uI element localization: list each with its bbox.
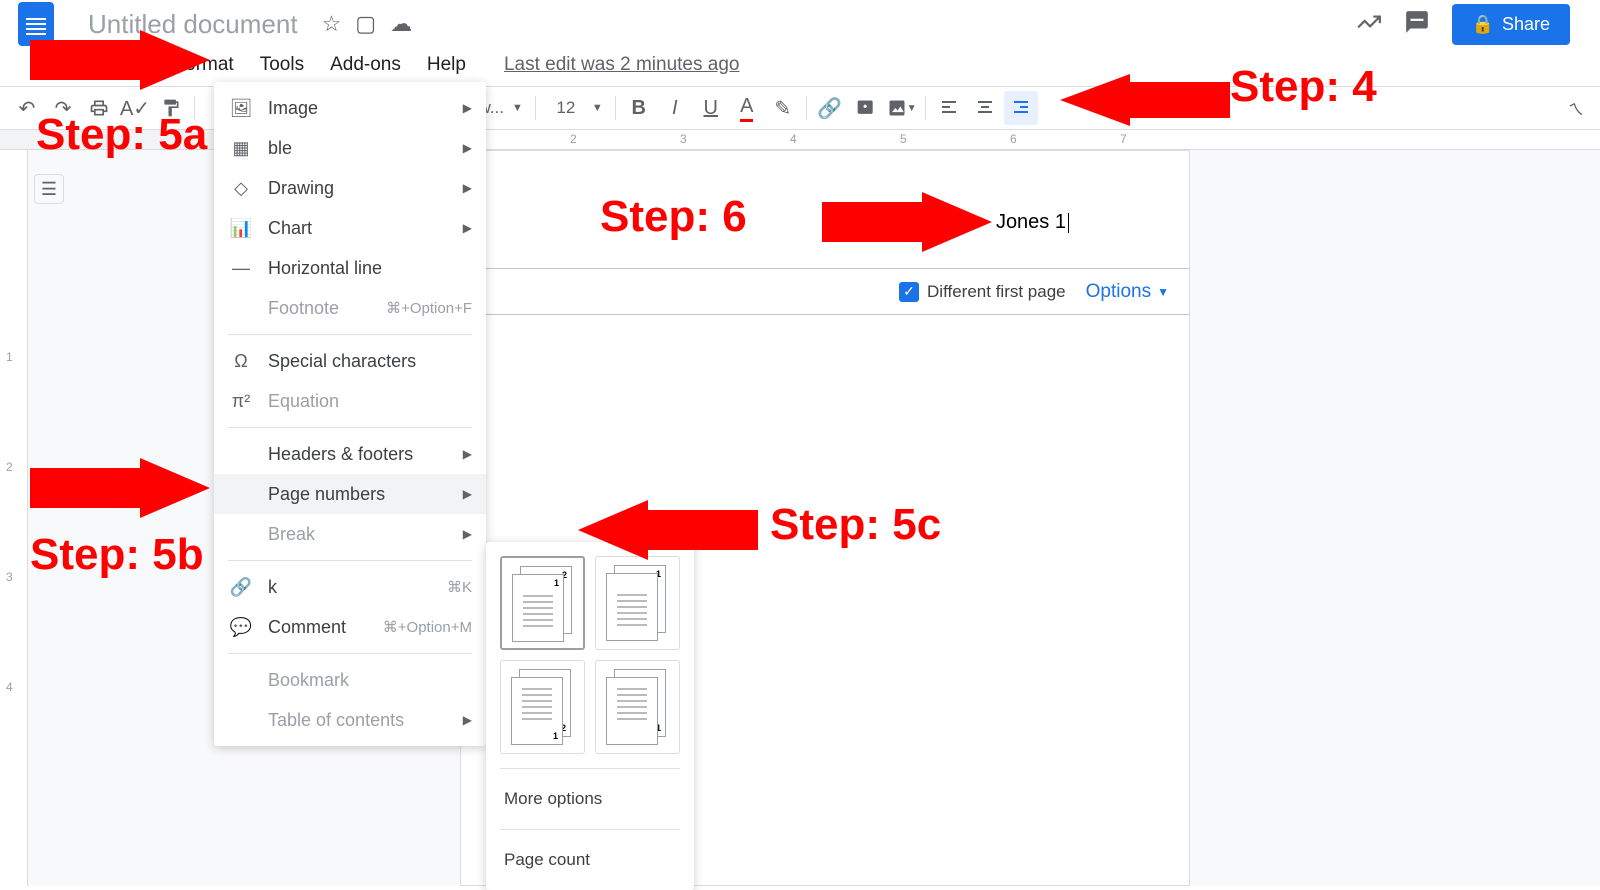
ruler-tick: 1 bbox=[6, 350, 13, 364]
page-numbers-more-options[interactable]: More options bbox=[500, 783, 680, 815]
cloud-icon[interactable]: ☁ bbox=[390, 11, 412, 37]
underline-button[interactable]: U bbox=[694, 91, 728, 125]
text-cursor bbox=[1068, 213, 1069, 233]
submenu-arrow-icon: ▶ bbox=[463, 713, 472, 727]
share-button[interactable]: 🔒 Share bbox=[1452, 4, 1570, 45]
document-outline-toggle[interactable]: ☰ bbox=[34, 174, 64, 204]
insert-break[interactable]: Break▶ bbox=[214, 514, 486, 554]
shortcut-label: ⌘K bbox=[447, 578, 472, 596]
annotation-arrow-5b bbox=[30, 458, 210, 538]
last-edit-link[interactable]: Last edit was 2 minutes ago bbox=[504, 54, 740, 76]
collapse-toolbar-button[interactable]: ㄟ bbox=[1568, 96, 1584, 120]
share-label: Share bbox=[1502, 14, 1550, 35]
insert-bookmark[interactable]: Bookmark bbox=[214, 660, 486, 700]
star-icon[interactable]: ☆ bbox=[322, 11, 342, 37]
insert-table[interactable]: ▦ble▶ bbox=[214, 128, 486, 168]
menu-addons[interactable]: Add-ons bbox=[318, 50, 413, 80]
align-right-button[interactable] bbox=[1004, 91, 1038, 125]
horizontal-line-icon: — bbox=[230, 258, 252, 279]
ruler-tick: 4 bbox=[790, 132, 797, 146]
page-number-top-right-all[interactable]: 2 1 bbox=[500, 556, 585, 650]
annotation-label-6: Step: 6 bbox=[600, 192, 747, 242]
insert-image[interactable]: 🖼Image▶ bbox=[214, 88, 486, 128]
annotation-label-5b: Step: 5b bbox=[30, 530, 204, 580]
submenu-arrow-icon: ▶ bbox=[463, 101, 472, 115]
add-comment-button[interactable] bbox=[849, 91, 883, 125]
ruler-tick: 2 bbox=[570, 132, 577, 146]
ruler-tick: 4 bbox=[6, 680, 13, 694]
bold-button[interactable]: B bbox=[622, 91, 656, 125]
submenu-arrow-icon: ▶ bbox=[463, 141, 472, 155]
ruler-tick: 3 bbox=[680, 132, 687, 146]
table-icon: ▦ bbox=[230, 138, 252, 159]
insert-menu-dropdown: 🖼Image▶ ▦ble▶ ◇Drawing▶ 📊Chart▶ —Horizon… bbox=[214, 82, 486, 746]
align-center-button[interactable] bbox=[968, 91, 1002, 125]
insert-footnote[interactable]: Footnote⌘+Option+F bbox=[214, 288, 486, 328]
insert-link[interactable]: 🔗k⌘K bbox=[214, 567, 486, 607]
ruler-tick: 2 bbox=[6, 460, 13, 474]
font-size-dropdown[interactable]: 12▼ bbox=[542, 91, 609, 125]
submenu-arrow-icon: ▶ bbox=[463, 221, 472, 235]
vertical-ruler[interactable]: 1 2 3 4 bbox=[0, 150, 28, 886]
page-numbers-submenu: 2 1 1 2 1 1 More options Page count bbox=[486, 542, 694, 890]
annotation-arrow-4 bbox=[1060, 74, 1230, 144]
title-bar: Untitled document ☆ ▢ ☁ 🔒 Share bbox=[0, 0, 1600, 48]
italic-button[interactable]: I bbox=[658, 91, 692, 125]
submenu-arrow-icon: ▶ bbox=[463, 527, 472, 541]
menu-help[interactable]: Help bbox=[415, 50, 478, 80]
shortcut-label: ⌘+Option+F bbox=[386, 299, 472, 317]
insert-comment[interactable]: 💬Comment⌘+Option+M bbox=[214, 607, 486, 647]
annotation-arrow-5c bbox=[578, 500, 758, 580]
page-number-bottom-right-skip-first[interactable]: 1 bbox=[595, 660, 680, 754]
ruler-tick: 5 bbox=[900, 132, 907, 146]
chart-icon: 📊 bbox=[230, 218, 252, 239]
shortcut-label: ⌘+Option+M bbox=[383, 618, 472, 636]
link-icon: 🔗 bbox=[230, 577, 252, 598]
insert-page-numbers[interactable]: Page numbers▶ bbox=[214, 474, 486, 514]
omega-icon: Ω bbox=[230, 351, 252, 372]
comment-history-icon[interactable] bbox=[1404, 9, 1430, 40]
ruler-tick: 6 bbox=[1010, 132, 1017, 146]
insert-image-button[interactable]: ▼ bbox=[885, 91, 919, 125]
insert-special-characters[interactable]: ΩSpecial characters bbox=[214, 341, 486, 381]
header-options-bar: ✓ Different first page Options▼ bbox=[461, 269, 1189, 315]
annotation-arrow-6 bbox=[822, 192, 992, 272]
submenu-arrow-icon: ▶ bbox=[463, 181, 472, 195]
drawing-icon: ◇ bbox=[230, 178, 252, 199]
annotation-label-5c: Step: 5c bbox=[770, 500, 941, 550]
insert-toc[interactable]: Table of contents▶ bbox=[214, 700, 486, 740]
checkbox-checked-icon: ✓ bbox=[899, 282, 919, 302]
comment-icon: 💬 bbox=[230, 617, 252, 638]
insert-horizontal-line[interactable]: —Horizontal line bbox=[214, 248, 486, 288]
move-icon[interactable]: ▢ bbox=[355, 11, 376, 37]
annotation-arrow-5a bbox=[30, 30, 210, 110]
different-first-page-label: Different first page bbox=[927, 282, 1066, 302]
annotation-label-4: Step: 4 bbox=[1230, 62, 1377, 112]
insert-drawing[interactable]: ◇Drawing▶ bbox=[214, 168, 486, 208]
different-first-page-checkbox[interactable]: ✓ Different first page bbox=[899, 282, 1066, 302]
insert-headers-footers[interactable]: Headers & footers▶ bbox=[214, 434, 486, 474]
insert-link-button[interactable]: 🔗 bbox=[813, 91, 847, 125]
pi-icon: π² bbox=[230, 391, 252, 412]
insert-chart[interactable]: 📊Chart▶ bbox=[214, 208, 486, 248]
header-options-dropdown[interactable]: Options▼ bbox=[1086, 281, 1169, 303]
insert-equation[interactable]: π²Equation bbox=[214, 381, 486, 421]
annotation-label-5a: Step: 5a bbox=[36, 110, 207, 160]
submenu-arrow-icon: ▶ bbox=[463, 447, 472, 461]
header-text[interactable]: Jones 1 bbox=[996, 211, 1069, 234]
align-left-button[interactable] bbox=[932, 91, 966, 125]
page-number-bottom-right-all[interactable]: 2 1 bbox=[500, 660, 585, 754]
text-color-button[interactable]: A bbox=[730, 91, 764, 125]
image-icon: 🖼 bbox=[230, 98, 252, 119]
submenu-arrow-icon: ▶ bbox=[463, 487, 472, 501]
highlight-button[interactable]: ✎ bbox=[766, 91, 800, 125]
ruler-tick: 3 bbox=[6, 570, 13, 584]
page-numbers-page-count[interactable]: Page count bbox=[500, 844, 680, 876]
activity-icon[interactable] bbox=[1356, 9, 1382, 40]
lock-icon: 🔒 bbox=[1472, 14, 1494, 35]
menu-tools[interactable]: Tools bbox=[248, 50, 316, 80]
